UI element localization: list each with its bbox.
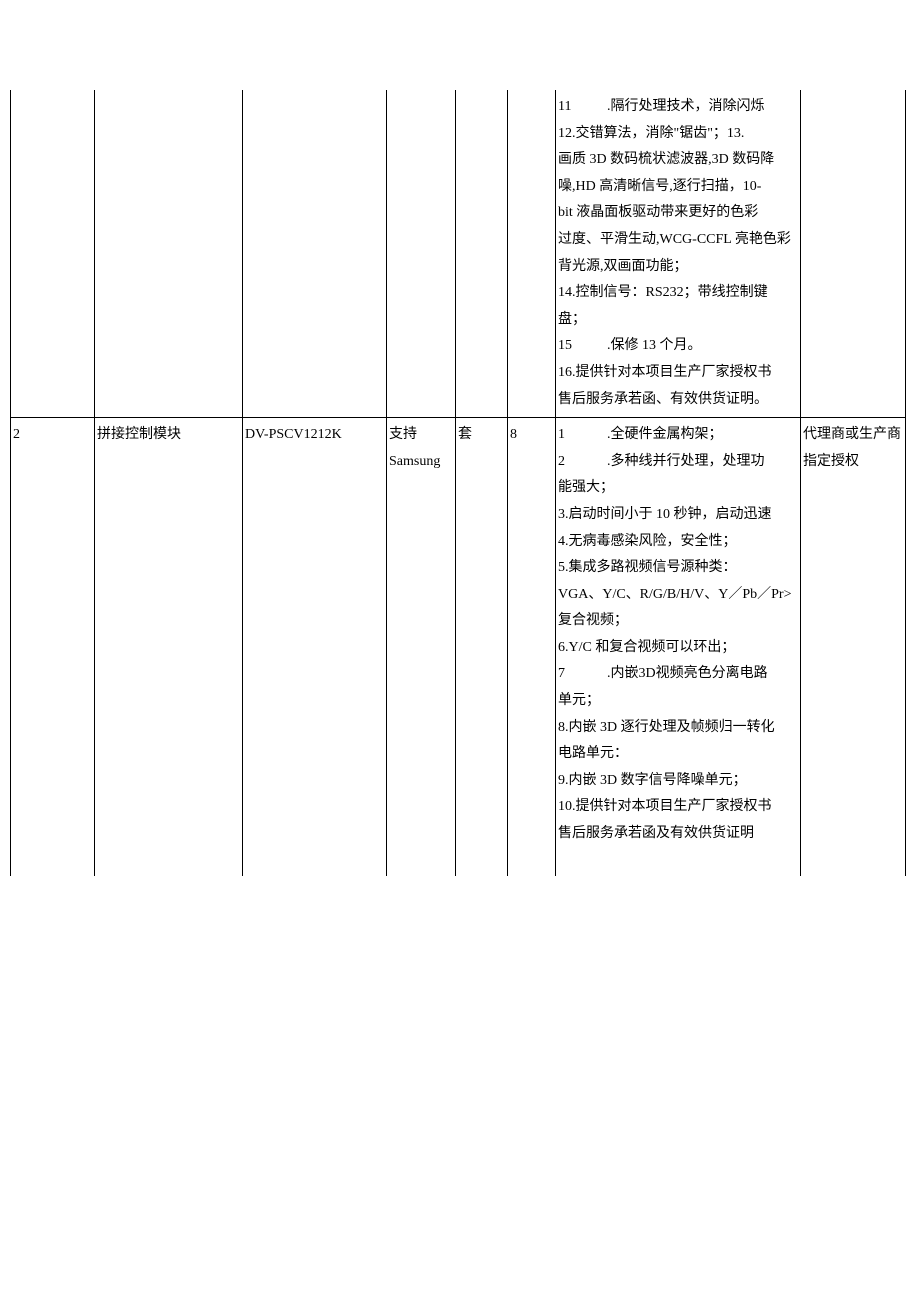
spec-line: 售后服务承若函、有效供货证明。 [558,387,798,414]
spec-line: bit 液晶面板驱动带来更好的色彩 [558,200,798,227]
cell-spec: 11.隔行处理技术，消除闪烁12.交错算法，消除"锯齿"；13.画质 3D 数码… [556,90,801,418]
spec-line: 售后服务承若函及有效供货证明 [558,821,798,848]
spec-line-text: .多种线并行处理，处理功 [607,454,765,469]
spec-line: 背光源,双画面功能； [558,254,798,281]
spec-line-number: 2 [558,449,607,476]
cell-qty: 8 [508,418,556,876]
cell-unit [456,90,508,418]
spec-line: 15.保修 13 个月。 [558,333,798,360]
spec-line: 4.无病毒感染风险，安全性； [558,529,798,556]
cell-qty [508,90,556,418]
spec-line: 2.多种线并行处理，处理功 [558,449,798,476]
cell-auth [801,90,906,418]
cell-auth: 代理商或生产商 指定授权 [801,418,906,876]
cell-unit: 套 [456,418,508,876]
cell-seq: 2 [11,418,95,876]
spec-line: 12.交错算法，消除"锯齿"；13. [558,121,798,148]
spec-line-number: 7 [558,661,607,688]
spec-line-text: .内嵌3D视频亮色分离电路 [607,666,768,681]
auth-line1: 代理商或生产商 [803,427,901,442]
spec-line: 电路单元： [558,741,798,768]
spec-line: 7.内嵌3D视频亮色分离电路 [558,661,798,688]
cell-name [95,90,243,418]
spec-line: 复合视频； [558,608,798,635]
spec-line: 画质 3D 数码梳状滤波器,3D 数码降 [558,147,798,174]
spec-line-number: 11 [558,94,607,121]
spec-line: 单元； [558,688,798,715]
auth-line2: 指定授权 [803,454,859,469]
spec-line: 3.启动时间小于 10 秒钟，启动迅速 [558,502,798,529]
cell-spec: 1.全硬件金属构架；2.多种线并行处理，处理功能强大；3.启动时间小于 10 秒… [556,418,801,876]
spec-line-number: 15 [558,333,607,360]
brand-line1: 支持 [389,427,417,442]
table-row: 11.隔行处理技术，消除闪烁12.交错算法，消除"锯齿"；13.画质 3D 数码… [11,90,906,418]
spec-line: 盘； [558,307,798,334]
spec-line-text: .隔行处理技术，消除闪烁 [607,99,765,114]
spec-line: 1.全硬件金属构架； [558,422,798,449]
spec-line: 能强大； [558,475,798,502]
cell-seq [11,90,95,418]
spec-line: 噪,HD 高清晰信号,逐行扫描，10- [558,174,798,201]
spec-line: 8.内嵌 3D 逐行处理及帧频归一转化 [558,715,798,742]
spec-line: 过度、平滑生动,WCG-CCFL 亮艳色彩 [558,227,798,254]
spec-line: 10.提供针对本项目生产厂家授权书 [558,794,798,821]
cell-model: DV-PSCV1212K [243,418,387,876]
spec-table: 11.隔行处理技术，消除闪烁12.交错算法，消除"锯齿"；13.画质 3D 数码… [10,90,906,876]
spec-line-text: .全硬件金属构架； [607,427,723,442]
table-row: 2 拼接控制模块 DV-PSCV1212K 支持 Samsung 套 8 1.全… [11,418,906,876]
cell-name: 拼接控制模块 [95,418,243,876]
spec-line: 5.集成多路视频信号源种类： [558,555,798,582]
spec-line: 14.控制信号：RS232；带线控制键 [558,280,798,307]
cell-brand: 支持 Samsung [387,418,456,876]
cell-model [243,90,387,418]
cell-brand [387,90,456,418]
brand-line2: Samsung [389,454,440,469]
spec-line: VGA、Y/C、R/G/B/H/V、Y／Pb／Pr> [558,582,798,609]
spec-line: 9.内嵌 3D 数字信号降噪单元； [558,768,798,795]
spec-line-number: 1 [558,422,607,449]
spec-line-text: .保修 13 个月。 [607,338,702,353]
spec-line: 11.隔行处理技术，消除闪烁 [558,94,798,121]
spec-line: 6.Y/C 和复合视频可以环出； [558,635,798,662]
document-page: 11.隔行处理技术，消除闪烁12.交错算法，消除"锯齿"；13.画质 3D 数码… [0,0,920,876]
spec-line: 16.提供针对本项目生产厂家授权书 [558,360,798,387]
